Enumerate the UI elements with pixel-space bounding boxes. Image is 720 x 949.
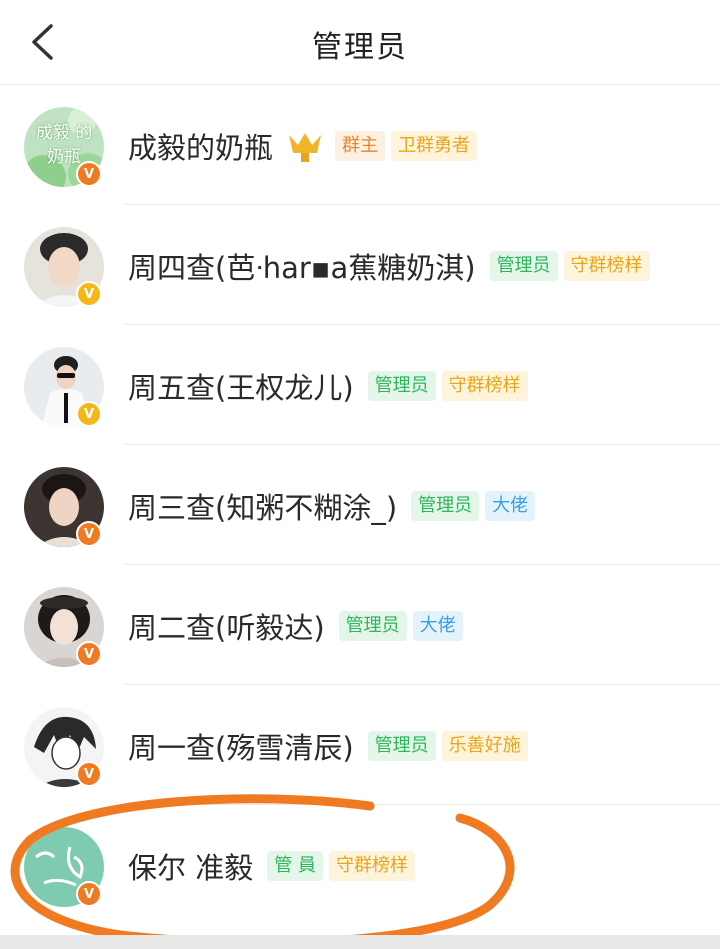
honor-tag: 乐善好施 bbox=[441, 731, 528, 761]
list-item[interactable]: V 周三查(知粥不糊涂_) 管理员 大佬 bbox=[0, 445, 720, 565]
member-name: 周四查(芭ᐧhar▪a蕉糖奶淇) bbox=[128, 251, 476, 285]
verified-badge: V bbox=[76, 641, 102, 667]
verified-badge: V bbox=[76, 281, 102, 307]
list-item[interactable]: V 周二查(听毅达) 管理员 大佬 bbox=[0, 565, 720, 685]
bottom-bar bbox=[0, 935, 720, 949]
verified-badge: V bbox=[76, 761, 102, 787]
honor-tag: 守群榜样 bbox=[328, 851, 415, 881]
role-tag: 管 員 bbox=[267, 851, 323, 881]
honor-tag: 大佬 bbox=[485, 491, 536, 521]
honor-tag: 卫群勇者 bbox=[391, 131, 478, 161]
honor-tag: 守群榜样 bbox=[563, 251, 650, 281]
page-title: 管理员 bbox=[312, 30, 408, 65]
role-tag: 管理员 bbox=[367, 731, 436, 761]
member-name: 周五查(王权龙儿) bbox=[128, 371, 354, 405]
list-item[interactable]: V 周四查(芭ᐧhar▪a蕉糖奶淇) 管理员 守群榜样 bbox=[0, 205, 720, 325]
honor-tag: 守群榜样 bbox=[441, 371, 528, 401]
member-name: 周三查(知粥不糊涂_) bbox=[128, 491, 398, 525]
list-item[interactable]: V 周一查(殇雪清辰) 管理员 乐善好施 bbox=[0, 685, 720, 805]
honor-tag: 大佬 bbox=[412, 611, 463, 641]
verified-badge: V bbox=[76, 401, 102, 427]
role-tag: 管理员 bbox=[411, 491, 480, 521]
verified-badge: V bbox=[76, 521, 102, 547]
verified-badge: V bbox=[76, 881, 102, 907]
role-tag: 管理员 bbox=[489, 251, 558, 281]
role-tag: 群主 bbox=[335, 131, 386, 161]
admin-list: 成毅 的奶瓶 V 成毅的奶瓶 群主 卫群勇者 V 周四查(芭ᐧhar▪a蕉糖奶淇… bbox=[0, 85, 720, 925]
member-name: 周一查(殇雪清辰) bbox=[128, 731, 354, 765]
role-tag: 管理员 bbox=[367, 371, 436, 401]
role-tag: 管理员 bbox=[338, 611, 407, 641]
member-name: 周二查(听毅达) bbox=[128, 611, 325, 645]
list-item[interactable]: 成毅 的奶瓶 V 成毅的奶瓶 群主 卫群勇者 bbox=[0, 85, 720, 205]
crown-icon bbox=[289, 133, 322, 162]
member-name: 成毅的奶瓶 bbox=[128, 131, 274, 165]
verified-badge: V bbox=[76, 161, 102, 187]
list-item[interactable]: V 周五查(王权龙儿) 管理员 守群榜样 bbox=[0, 325, 720, 445]
list-item[interactable]: V 保尔 准毅 管 員 守群榜样 bbox=[0, 805, 720, 925]
member-name: 保尔 准毅 bbox=[128, 851, 254, 885]
top-bar: 管理员 bbox=[0, 0, 720, 85]
